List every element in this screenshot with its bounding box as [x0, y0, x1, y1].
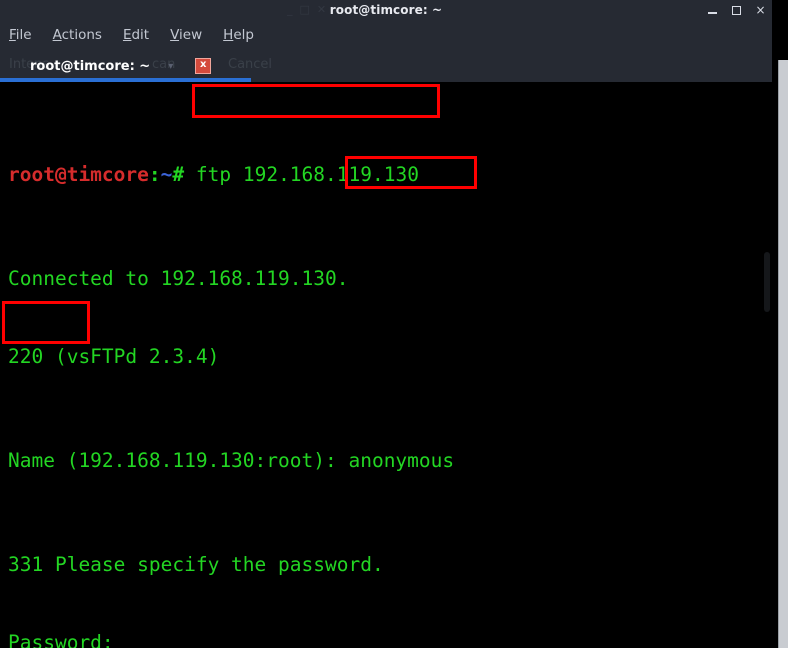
menu-item-edit[interactable]: Edit — [123, 27, 149, 43]
tab-bar: Intens can Cancel root@timcore: ~ ▾ x — [0, 50, 772, 82]
prompt-sigil: # — [172, 163, 185, 186]
terminal-line-2: 220 (vsFTPd 2.3.4) — [8, 345, 220, 368]
terminal-scrollbar-thumb[interactable] — [764, 252, 770, 312]
menu-item-file[interactable]: File — [9, 27, 32, 43]
window-controls: × — [707, 0, 766, 20]
tab-label: root@timcore: ~ — [30, 58, 151, 74]
ghost-tab-label-right: Cancel — [228, 57, 273, 72]
prompt-user-host: root@timcore — [8, 163, 149, 186]
minimize-icon[interactable] — [707, 5, 718, 16]
tab-close-icon[interactable]: x — [195, 58, 212, 74]
desktop-scrollbar[interactable] — [778, 60, 788, 648]
close-icon[interactable]: × — [755, 4, 766, 16]
title-bar[interactable]: _ □ ✕ root@timcore: ~ × — [0, 0, 772, 20]
menu-item-view[interactable]: View — [170, 27, 202, 43]
terminal-username-entered: anonymous — [348, 449, 455, 472]
terminal-command: ftp 192.168.119.130 — [184, 163, 419, 186]
terminal-output: root@timcore:~# ftp 192.168.119.130 Conn… — [8, 84, 454, 648]
terminal-line-5: Password: — [8, 631, 114, 648]
window-title: root@timcore: ~ — [329, 3, 443, 17]
terminal-line-4: 331 Please specify the password. — [8, 553, 384, 576]
menu-bar: File Actions Edit View Help — [0, 20, 772, 50]
terminal-line-3: Name (192.168.119.130:root): anonymous — [8, 448, 454, 474]
terminal-line-1: Connected to 192.168.119.130. — [8, 267, 349, 290]
menu-item-actions[interactable]: Actions — [53, 27, 102, 43]
terminal-scrollbar[interactable] — [764, 82, 770, 648]
menu-item-help[interactable]: Help — [223, 27, 254, 43]
chevron-down-icon[interactable]: ▾ — [168, 61, 173, 72]
prompt-colon: : — [148, 163, 161, 186]
prompt-path: ~ — [160, 163, 173, 186]
ghost-window-controls: _ □ ✕ — [287, 3, 327, 16]
maximize-icon[interactable] — [731, 5, 742, 16]
terminal-window: _ □ ✕ root@timcore: ~ × File Actions Edi… — [0, 0, 772, 648]
terminal-name-prompt: Name (192.168.119.130:root): — [8, 449, 349, 472]
terminal-command-text: ftp 192.168.119.130 — [195, 163, 419, 186]
terminal-body[interactable]: root@timcore:~# ftp 192.168.119.130 Conn… — [0, 82, 772, 648]
terminal-line-prompt: root@timcore:~# ftp 192.168.119.130 — [8, 162, 454, 188]
